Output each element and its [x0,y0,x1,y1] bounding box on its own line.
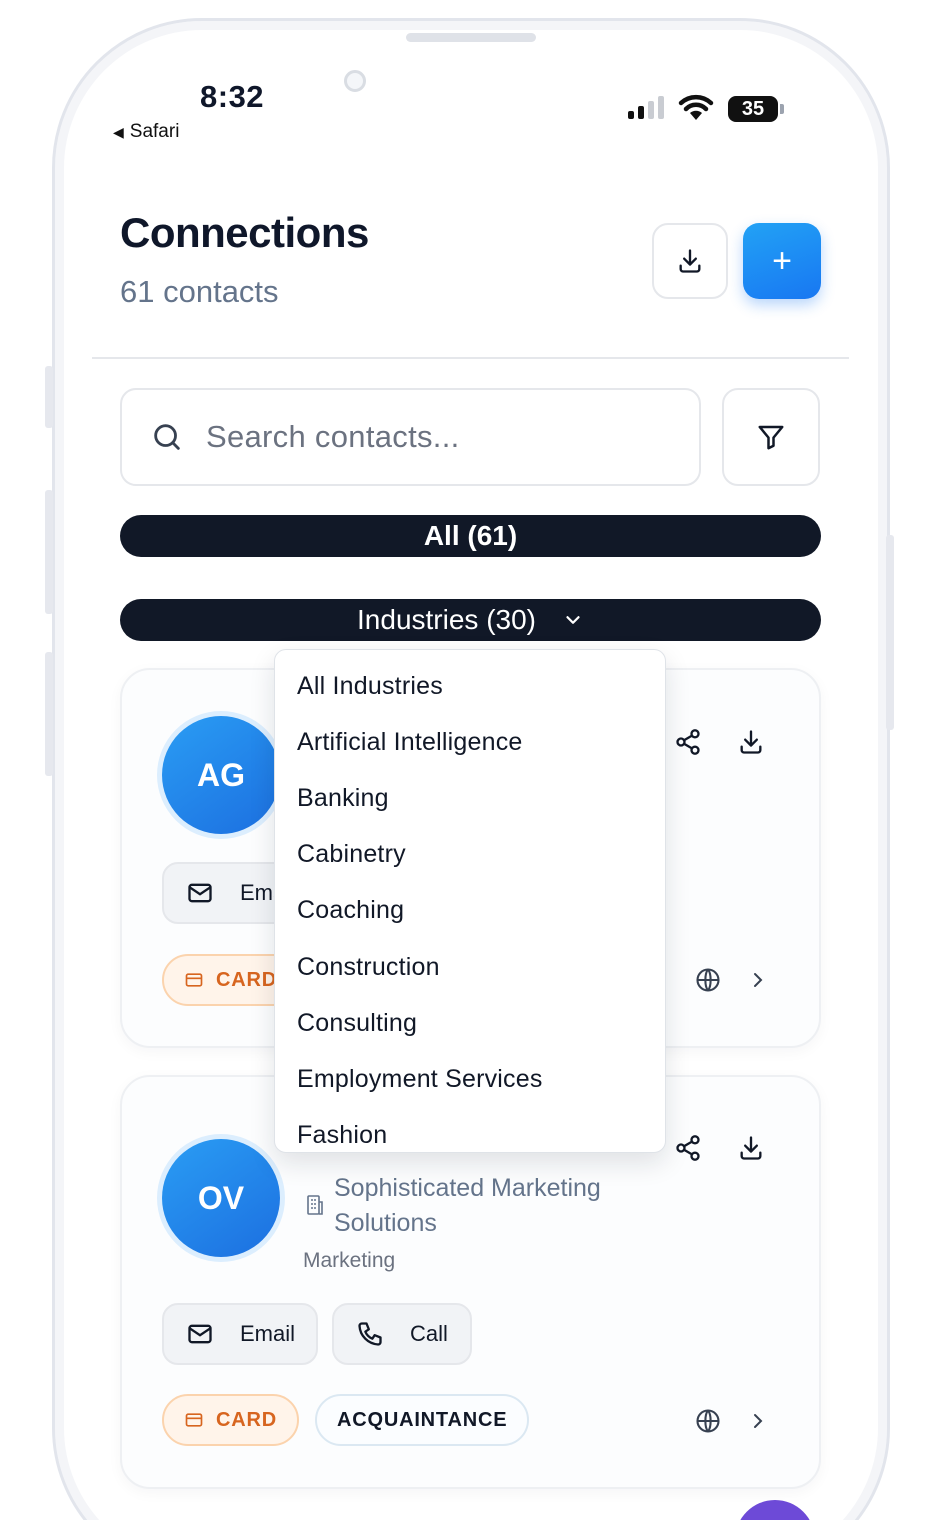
contact-count: 61 contacts [120,274,279,309]
page-title: Connections [120,209,369,256]
email-label: Email [240,1321,296,1346]
card-tag-label: CARD [216,1408,277,1431]
card-tag: CARD [162,1394,299,1446]
globe-icon [696,1409,720,1433]
chevron-right-icon [754,973,763,987]
industry-dropdown-menu: All Industries Artificial Intelligence B… [274,649,666,1153]
relationship-label: ACQUAINTANCE [337,1408,508,1431]
contact-industry: Marketing [303,1249,396,1272]
filter-button[interactable] [722,388,820,486]
download-contact-button[interactable] [731,1128,771,1168]
chevron-down-icon [566,616,580,624]
plus-icon: + [772,241,792,280]
share-icon [676,1135,700,1161]
company-name: Sophisticated Marketing Solutions [334,1171,601,1241]
back-to-app-link[interactable]: ◀ Safari [113,121,179,143]
back-app-label: Safari [129,121,180,142]
avatar-initials: OV [197,1179,245,1216]
credit-card-icon [185,973,203,987]
industry-option[interactable]: All Industries [297,672,443,701]
back-triangle-icon: ◀ [113,123,124,140]
industry-option[interactable]: Coaching [297,896,404,925]
industries-filter-pill[interactable]: Industries (30) [120,599,821,641]
export-contacts-button[interactable] [652,223,728,299]
industries-filter-label: Industries (30) [357,604,536,635]
cellular-signal-icon [628,96,664,119]
building-icon [307,1195,323,1215]
mail-icon [188,883,212,903]
filter-icon [758,425,784,450]
phone-volume-up-button [45,490,53,614]
industry-option[interactable]: Cabinetry [297,840,406,869]
card-tag-label: CARD [216,968,277,991]
open-contact-button[interactable] [738,960,778,1000]
credit-card-icon [185,1413,203,1427]
download-contact-button[interactable] [731,722,771,762]
avatar: AG [162,716,280,834]
website-button[interactable] [688,960,728,1000]
download-icon [740,1136,762,1160]
search-placeholder: Search contacts... [206,419,460,454]
industry-option[interactable]: Artificial Intelligence [297,728,523,757]
battery-level: 35 [741,97,765,120]
download-icon [740,730,762,754]
website-button[interactable] [688,1401,728,1441]
status-time: 8:32 [200,79,265,114]
search-icon [154,424,180,450]
mail-icon [188,1324,212,1344]
globe-icon [696,968,720,992]
industry-option[interactable]: Fashion [297,1121,387,1150]
phone-side-button [45,366,53,428]
add-contact-button[interactable]: + [743,223,821,299]
industry-option[interactable]: Banking [297,784,389,813]
call-label: Call [410,1321,448,1346]
avatar: OV [162,1139,280,1257]
wifi-icon [677,92,715,127]
phone-power-button [886,535,894,730]
avatar-initials: AG [197,756,245,793]
industry-option[interactable]: Consulting [297,1009,417,1038]
share-icon [676,729,700,755]
filter-all-pill[interactable]: All (61) [120,515,821,557]
call-button[interactable]: Call [332,1303,472,1365]
relationship-tag: ACQUAINTANCE [315,1394,530,1446]
company-name-line1: Sophisticated Marketing [334,1174,601,1202]
industry-option[interactable]: Construction [297,953,440,982]
front-camera [344,70,366,92]
filter-all-label: All (61) [423,520,518,551]
company-name-line2: Solutions [334,1209,437,1237]
phone-volume-down-button [45,652,53,776]
chevron-right-icon [754,1414,763,1428]
header-divider [92,357,849,359]
battery-tip [780,104,784,114]
share-button[interactable] [668,722,708,762]
download-icon [679,249,701,273]
speaker-grille [406,33,536,42]
email-button[interactable]: Email [162,1303,318,1365]
search-input[interactable]: Search contacts... [120,388,701,486]
open-contact-button[interactable] [738,1401,778,1441]
share-button[interactable] [668,1128,708,1168]
phone-icon [358,1322,382,1346]
battery-icon: 35 [728,96,778,122]
industry-option[interactable]: Employment Services [297,1065,543,1094]
